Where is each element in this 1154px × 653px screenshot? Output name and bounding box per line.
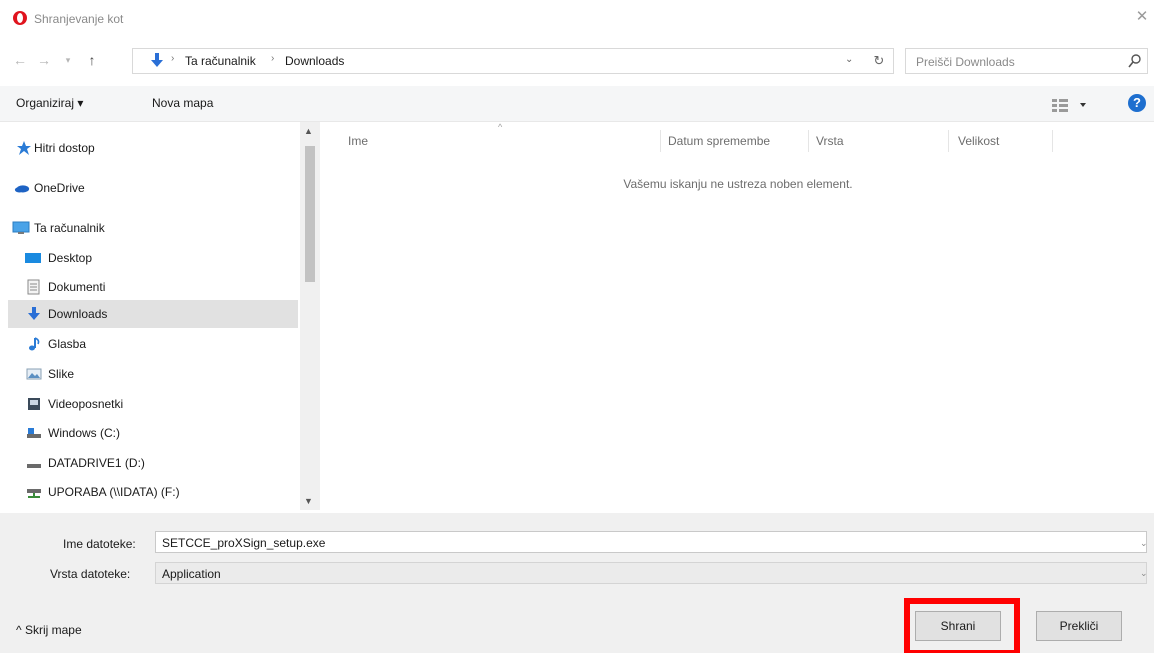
breadcrumb-this-pc[interactable]: Ta računalnik (185, 54, 256, 68)
column-divider (808, 130, 809, 152)
column-divider (1052, 130, 1053, 152)
forward-icon[interactable]: → (34, 50, 54, 70)
breadcrumb-downloads[interactable]: Downloads (285, 54, 344, 68)
sidebar-item-this-pc[interactable]: Ta računalnik (8, 214, 298, 242)
sidebar-item-onedrive[interactable]: OneDrive (8, 174, 298, 202)
search-placeholder: Preišči Downloads (916, 55, 1015, 69)
sidebar-item-downloads[interactable]: Downloads (8, 300, 298, 328)
address-bar[interactable]: › Ta računalnik › Downloads ⌄ ↻ (132, 48, 894, 74)
navigation-pane: Hitri dostop OneDrive Ta računalnik Desk… (8, 122, 298, 510)
sidebar-item-label: Videoposnetki (48, 397, 124, 411)
address-dropdown-icon[interactable]: ⌄ (845, 54, 853, 65)
cloud-icon (14, 185, 30, 193)
sidebar-item-label: Windows (C:) (48, 426, 121, 440)
column-header-name[interactable]: Ime (348, 134, 368, 148)
search-icon[interactable] (1128, 53, 1142, 69)
network-drive-icon (27, 489, 41, 498)
column-divider (948, 130, 949, 152)
opera-logo-icon (13, 11, 27, 25)
hide-folders-button[interactable]: ^ Skrij mape (16, 623, 82, 637)
breadcrumb-separator: › (171, 53, 175, 64)
back-icon[interactable]: ← (10, 50, 30, 70)
sidebar-item-drive-f[interactable]: UPORABA (\\IDATA) (F:) (8, 478, 298, 506)
save-form: Ime datoteke: SETCCE_proXSign_setup.exe … (0, 513, 1154, 653)
cancel-button[interactable]: Prekliči (1036, 611, 1122, 641)
scrollbar-thumb[interactable] (305, 146, 315, 282)
file-list[interactable]: ^ Ime Datum spremembe Vrsta Velikost Vaš… (322, 122, 1154, 510)
column-divider (660, 130, 661, 152)
sidebar-item-label: DATADRIVE1 (D:) (48, 456, 145, 470)
sidebar-item-label: Ta računalnik (34, 221, 105, 235)
navigation-scrollbar[interactable]: ▲ ▼ (300, 122, 320, 510)
filetype-label: Vrsta datoteke: (50, 567, 131, 581)
drive-icon (27, 464, 41, 468)
recent-locations-icon[interactable]: ▾ (60, 50, 76, 70)
download-icon (28, 307, 40, 320)
up-icon[interactable]: ↑ (82, 50, 102, 70)
column-header-type[interactable]: Vrsta (816, 134, 844, 148)
sidebar-item-label: Hitri dostop (34, 141, 95, 155)
sort-indicator-icon: ^ (498, 122, 503, 132)
filetype-select[interactable]: Application (155, 562, 1147, 584)
refresh-icon[interactable]: ↻ (869, 51, 889, 71)
scroll-up-icon[interactable]: ▲ (304, 126, 313, 136)
column-header-date-modified[interactable]: Datum spremembe (668, 134, 770, 148)
drive-icon (27, 428, 41, 438)
sidebar-item-pictures[interactable]: Slike (8, 360, 298, 388)
sidebar-item-label: UPORABA (\\IDATA) (F:) (48, 485, 180, 499)
picture-icon (26, 368, 42, 380)
view-options-icon[interactable] (1048, 95, 1092, 115)
video-icon (28, 398, 40, 410)
filename-label: Ime datoteke: (63, 537, 136, 551)
filename-value: SETCCE_proXSign_setup.exe (162, 536, 326, 550)
sidebar-item-drive-d[interactable]: DATADRIVE1 (D:) (8, 449, 298, 477)
music-icon (29, 337, 40, 351)
sidebar-item-label: OneDrive (34, 181, 85, 195)
organize-button[interactable]: Organiziraj ▾ (16, 96, 83, 110)
sidebar-item-label: Slike (48, 367, 75, 381)
sidebar-item-music[interactable]: Glasba (8, 330, 298, 358)
sidebar-item-label: Dokumenti (48, 280, 106, 294)
sidebar-item-desktop[interactable]: Desktop (8, 244, 298, 272)
sidebar-item-documents[interactable]: Dokumenti (8, 273, 298, 301)
desktop-icon (25, 253, 41, 263)
close-icon[interactable]: ✕ (1134, 9, 1150, 25)
computer-icon (12, 221, 30, 234)
filename-dropdown-icon[interactable]: ⌄ (1140, 538, 1148, 549)
command-toolbar: Organiziraj ▾ Nova mapa ? (0, 86, 1154, 122)
sidebar-item-label: Desktop (48, 251, 93, 265)
filetype-dropdown-icon[interactable]: ⌄ (1140, 568, 1148, 579)
new-folder-button[interactable]: Nova mapa (152, 96, 213, 110)
navigation-bar: ← → ▾ ↑ › Ta računalnik › Downloads ⌄ ↻ … (0, 46, 1154, 76)
sidebar-item-videos[interactable]: Videoposnetki (8, 390, 298, 418)
filetype-value: Application (162, 567, 221, 581)
download-folder-icon (151, 53, 163, 67)
help-icon[interactable]: ? (1128, 94, 1146, 112)
window-title: Shranjevanje kot (34, 12, 124, 26)
document-icon (27, 279, 40, 295)
column-header-size[interactable]: Velikost (958, 134, 999, 148)
filename-field[interactable]: SETCCE_proXSign_setup.exe (155, 531, 1147, 553)
title-bar: Shranjevanje kot ✕ (0, 0, 1154, 38)
save-button[interactable]: Shrani (915, 611, 1001, 641)
sidebar-item-drive-c[interactable]: Windows (C:) (8, 419, 298, 447)
scroll-down-icon[interactable]: ▼ (304, 496, 313, 506)
breadcrumb-separator: › (271, 53, 275, 64)
search-input[interactable]: Preišči Downloads (905, 48, 1148, 74)
sidebar-item-quick-access[interactable]: Hitri dostop (8, 134, 298, 162)
star-icon (17, 141, 31, 155)
empty-results-message: Vašemu iskanju ne ustreza noben element. (623, 177, 853, 191)
sidebar-item-label: Downloads (48, 307, 108, 321)
sidebar-item-label: Glasba (48, 337, 87, 351)
